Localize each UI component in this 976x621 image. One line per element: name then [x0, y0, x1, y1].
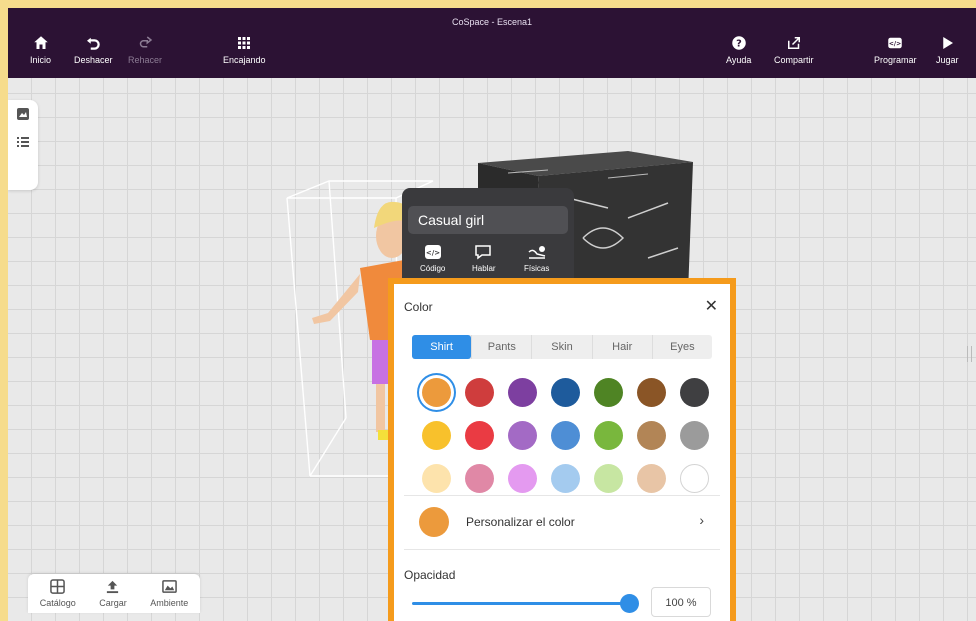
redo-label: Rehacer: [128, 55, 163, 65]
color-swatch[interactable]: [594, 464, 623, 493]
home-label: Inicio: [30, 55, 52, 65]
object-code-label: Código: [420, 264, 446, 273]
help-label: Ayuda: [726, 55, 752, 65]
close-icon[interactable]: ✕: [705, 296, 718, 316]
color-swatch[interactable]: [551, 464, 580, 493]
undo-icon: [87, 37, 101, 50]
custom-color-label: Personalizar el color: [466, 515, 575, 529]
color-swatch[interactable]: [465, 464, 494, 493]
help-icon: ?: [731, 36, 746, 50]
color-swatch[interactable]: [637, 421, 666, 450]
color-swatch[interactable]: [465, 378, 494, 407]
tab-hair[interactable]: Hair: [591, 335, 652, 359]
play-label: Jugar: [936, 55, 959, 65]
home-button[interactable]: Inicio: [30, 34, 51, 65]
color-swatch[interactable]: [680, 464, 709, 493]
opacity-slider-track[interactable]: [412, 602, 629, 605]
custom-color-swatch: [419, 507, 449, 537]
opacity-slider-thumb[interactable]: [620, 594, 639, 613]
environment-label: Ambiente: [150, 598, 189, 608]
home-icon: [33, 36, 48, 49]
window-title: CoSpace - Escena1: [451, 17, 533, 27]
help-button[interactable]: ? Ayuda: [726, 34, 751, 65]
color-swatch[interactable]: [422, 378, 451, 407]
color-dialog: Color ✕ Shirt Pants Skin Hair Eyes Perso…: [388, 278, 736, 621]
landscape-icon: [161, 580, 177, 593]
code-icon: </>: [888, 37, 902, 49]
share-button[interactable]: Compartir: [774, 34, 814, 65]
play-icon: [943, 37, 954, 49]
opacity-label: Opacidad: [404, 568, 456, 582]
color-swatch[interactable]: [551, 421, 580, 450]
undo-button[interactable]: Deshacer: [74, 34, 113, 65]
color-swatch[interactable]: [508, 378, 537, 407]
color-swatch[interactable]: [594, 378, 623, 407]
snap-label: Encajando: [223, 55, 266, 65]
opacity-value-field[interactable]: 100 %: [651, 587, 711, 617]
code-button[interactable]: </> Programar: [874, 34, 917, 65]
color-swatch[interactable]: [422, 421, 451, 450]
catalog-label: Catálogo: [39, 598, 76, 608]
undo-label: Deshacer: [74, 55, 113, 65]
color-swatch[interactable]: [680, 421, 709, 450]
share-icon: [787, 37, 800, 49]
list-button[interactable]: [8, 128, 38, 156]
play-button[interactable]: Jugar: [936, 34, 959, 65]
app-frame: CoSpace - Escena1 Inicio Deshacer Rehace…: [8, 8, 976, 621]
svg-text:?: ?: [736, 38, 742, 49]
object-name-field[interactable]: Casual girl: [408, 206, 568, 234]
gallery-button[interactable]: [8, 100, 38, 128]
color-swatch[interactable]: [465, 421, 494, 450]
resize-handle[interactable]: [967, 346, 972, 362]
share-label: Compartir: [774, 55, 814, 65]
color-swatch[interactable]: [637, 378, 666, 407]
color-swatch[interactable]: [637, 464, 666, 493]
tab-shirt[interactable]: Shirt: [412, 335, 472, 359]
object-code-button[interactable]: </> Código: [420, 244, 445, 273]
object-speak-button[interactable]: Hablar: [472, 244, 496, 273]
catalog-icon: [50, 579, 66, 594]
divider: [404, 549, 720, 550]
object-physics-button[interactable]: Físicas: [524, 244, 549, 273]
svg-text:</>: </>: [889, 40, 901, 47]
environment-tab[interactable]: Ambiente: [150, 579, 188, 608]
color-swatch[interactable]: [680, 378, 709, 407]
tab-pants[interactable]: Pants: [471, 335, 531, 359]
catalog-tab[interactable]: Catálogo: [40, 579, 76, 608]
bottom-tabs: Catálogo Cargar Ambiente: [28, 574, 200, 613]
object-panel: Casual girl </> Código Hablar Físicas: [402, 188, 574, 288]
color-target-tabs: Shirt Pants Skin Hair Eyes: [412, 335, 712, 359]
color-swatch[interactable]: [508, 421, 537, 450]
custom-color-row[interactable]: Personalizar el color ›: [404, 505, 720, 539]
tab-eyes[interactable]: Eyes: [651, 335, 712, 359]
physics-icon: [528, 246, 545, 259]
speech-bubble-icon: [475, 245, 491, 260]
list-icon: [17, 137, 29, 147]
side-panel-tab: [8, 100, 38, 190]
dialog-title: Color: [404, 300, 433, 314]
color-swatch[interactable]: [508, 464, 537, 493]
code-icon: </>: [424, 245, 441, 259]
code-label: Programar: [874, 55, 917, 65]
upload-tab[interactable]: Cargar: [99, 579, 127, 608]
color-swatch[interactable]: [422, 464, 451, 493]
color-swatch[interactable]: [594, 421, 623, 450]
object-speak-label: Hablar: [472, 264, 496, 273]
upload-icon: [107, 580, 119, 594]
chevron-right-icon: ›: [699, 512, 704, 528]
redo-button[interactable]: Rehacer: [128, 34, 162, 65]
upload-label: Cargar: [99, 598, 127, 608]
gallery-icon: [17, 108, 29, 120]
svg-text:</>: </>: [426, 249, 440, 257]
color-swatch[interactable]: [551, 378, 580, 407]
grid-icon: [238, 37, 251, 49]
redo-icon: [139, 36, 153, 48]
snap-button[interactable]: Encajando: [223, 34, 266, 65]
top-toolbar: CoSpace - Escena1 Inicio Deshacer Rehace…: [8, 8, 976, 78]
tab-skin[interactable]: Skin: [531, 335, 591, 359]
divider: [404, 495, 720, 496]
object-physics-label: Físicas: [524, 264, 550, 273]
